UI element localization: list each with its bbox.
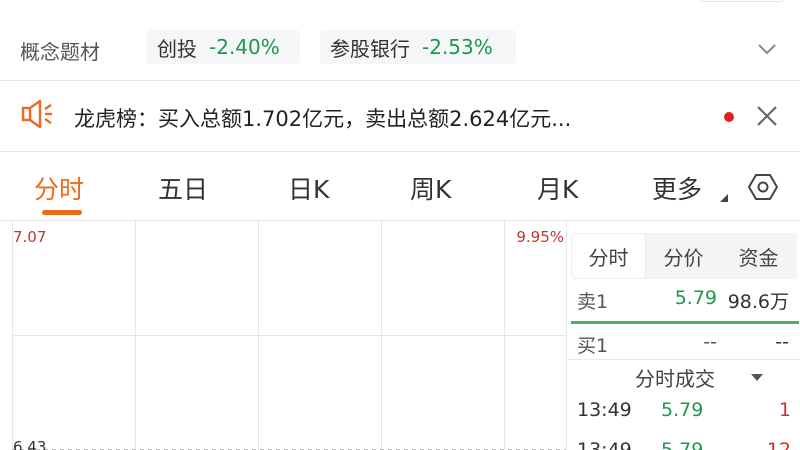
intraday-chart[interactable]: 7.07 9.95% 6.43 [0, 221, 566, 450]
tab-zhouk[interactable]: 周K [410, 170, 451, 206]
sell1-label: 卖1 [577, 291, 609, 313]
trades-header[interactable]: 分时成交 [635, 363, 715, 392]
trade-price: 5.79 [661, 439, 704, 450]
trade-volume: 1 [778, 399, 791, 421]
trade-time: 13:49 [577, 399, 632, 421]
trade-row: 13:49 5.79 1 [567, 399, 800, 429]
concept-label: 概念题材 [20, 40, 100, 64]
tab-fenshi[interactable]: 分时 [34, 170, 84, 206]
trade-row: 13:49 5.79 12 [567, 439, 800, 450]
dragon-tiger-notice[interactable]: 龙虎榜：买入总额1.702亿元，卖出总额2.624亿元... [0, 81, 800, 151]
settings-hex-icon[interactable] [748, 172, 778, 202]
grid-line [12, 335, 566, 336]
concept-tag-name: 参股银行 [330, 36, 410, 61]
caret-down-icon[interactable] [751, 374, 763, 381]
tab-panel-fenjia[interactable]: 分价 [646, 233, 721, 279]
tab-wuri[interactable]: 五日 [158, 170, 208, 206]
order-panel: 分时 分价 资金 卖1 5.79 98.6万 买1 -- -- 分时成交 13:… [566, 221, 800, 450]
trade-price: 5.79 [661, 399, 704, 421]
sell1-row: 卖1 5.79 98.6万 [567, 287, 800, 317]
sell1-volume: 98.6万 [727, 291, 789, 313]
tab-yuek[interactable]: 月K [537, 170, 578, 206]
trade-volume: 12 [766, 439, 791, 450]
buy1-price: -- [703, 331, 717, 353]
panel-tabs: 分时 分价 资金 [571, 233, 797, 279]
y-max-percent: 9.95% [516, 228, 564, 246]
tab-more[interactable]: 更多 [652, 170, 702, 206]
concept-row: 概念题材 创投 -2.40% 参股银行 -2.53% [0, 24, 800, 72]
tab-rik[interactable]: 日K [288, 170, 329, 206]
active-tab-indicator [42, 210, 82, 215]
sell1-price: 5.79 [674, 287, 717, 309]
tab-panel-zijin[interactable]: 资金 [721, 233, 796, 279]
buy1-label: 买1 [577, 335, 609, 357]
divider [567, 359, 800, 360]
concept-tag-chuangtou[interactable]: 创投 -2.40% [147, 30, 300, 64]
trade-time: 13:49 [577, 439, 632, 450]
sell-volume-bar [571, 321, 799, 324]
y-mid-price: 6.43 [13, 438, 47, 450]
concept-tag-change: -2.53% [422, 35, 493, 59]
more-caret-icon [720, 194, 728, 202]
close-icon[interactable] [754, 103, 780, 129]
chevron-down-icon[interactable] [756, 38, 778, 60]
speaker-icon [21, 99, 52, 129]
unread-dot [724, 112, 734, 122]
tab-panel-fenshi[interactable]: 分时 [571, 233, 646, 279]
concept-tag-canguyinhang[interactable]: 参股银行 -2.53% [320, 30, 516, 64]
concept-tag-name: 创投 [157, 36, 197, 61]
buy1-row: 买1 -- -- [567, 331, 800, 361]
notice-text: 龙虎榜：买入总额1.702亿元，卖出总额2.624亿元... [74, 107, 572, 131]
top-control-edge [700, 0, 784, 2]
buy1-volume: -- [775, 331, 789, 353]
concept-tag-change: -2.40% [209, 35, 280, 59]
y-max-price: 7.07 [13, 228, 47, 246]
chart-period-tabs: 分时 五日 日K 周K 月K 更多 [0, 152, 800, 220]
